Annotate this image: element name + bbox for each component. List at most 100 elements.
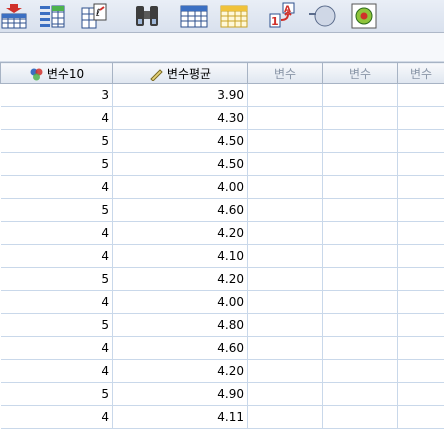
empty-cell[interactable] [323,360,398,383]
empty-cell[interactable] [398,130,444,153]
column-header-empty[interactable]: 변수 [248,63,323,84]
column-header-label: 변수평균 [167,67,211,81]
empty-cell[interactable] [248,222,323,245]
empty-cell[interactable] [323,199,398,222]
cell-var-mean[interactable]: 4.10 [113,245,248,268]
column-header-var-mean[interactable]: 변수평균 [113,63,248,84]
cell-var-mean[interactable]: 4.00 [113,176,248,199]
cell-var10[interactable]: 5 [1,130,113,153]
empty-cell[interactable] [323,314,398,337]
select-cases-icon[interactable] [220,2,248,30]
empty-cell[interactable] [248,268,323,291]
cell-var10[interactable]: 4 [1,406,113,429]
find-binoculars-icon[interactable] [133,2,161,30]
cell-var-mean[interactable]: 4.60 [113,199,248,222]
empty-cell[interactable] [323,383,398,406]
cell-var-mean[interactable]: 4.11 [113,406,248,429]
cell-var10[interactable]: 4 [1,222,113,245]
empty-cell[interactable] [398,291,444,314]
cell-var10[interactable]: 4 [1,337,113,360]
empty-cell[interactable] [323,406,398,429]
table-row: 44.30 [1,107,444,130]
column-header-label: 변수10 [47,67,84,81]
cell-var-mean[interactable]: 4.80 [113,314,248,337]
empty-cell[interactable] [323,84,398,107]
empty-cell[interactable] [398,153,444,176]
empty-cell[interactable] [398,84,444,107]
cell-var-mean[interactable]: 3.90 [113,84,248,107]
empty-cell[interactable] [248,199,323,222]
table-row: 54.50 [1,130,444,153]
cell-var10[interactable]: 4 [1,107,113,130]
cell-var10[interactable]: 3 [1,84,113,107]
cell-var10[interactable]: 5 [1,314,113,337]
table-row: 54.50 [1,153,444,176]
cell-var-mean[interactable]: 4.20 [113,268,248,291]
empty-cell[interactable] [398,107,444,130]
empty-cell[interactable] [398,314,444,337]
empty-cell[interactable] [248,406,323,429]
cell-var-mean[interactable]: 4.50 [113,130,248,153]
empty-cell[interactable] [323,291,398,314]
empty-cell[interactable] [248,107,323,130]
table-row: 54.90 [1,383,444,406]
cell-var-mean[interactable]: 4.30 [113,107,248,130]
empty-cell[interactable] [248,314,323,337]
cell-var-mean[interactable]: 4.60 [113,337,248,360]
empty-cell[interactable] [398,406,444,429]
empty-cell[interactable] [248,245,323,268]
cell-var-mean[interactable]: 4.90 [113,383,248,406]
value-labels-icon[interactable]: 1 A [268,2,296,30]
goto-case-icon[interactable]: ℓ [80,2,108,30]
empty-cell[interactable] [398,176,444,199]
cell-var10[interactable]: 4 [1,245,113,268]
empty-cell[interactable] [248,337,323,360]
empty-cell[interactable] [398,222,444,245]
cell-var10[interactable]: 4 [1,360,113,383]
empty-cell[interactable] [323,153,398,176]
use-sets-icon[interactable] [308,2,336,30]
empty-cell[interactable] [398,245,444,268]
empty-cell[interactable] [398,383,444,406]
cell-var-mean[interactable]: 4.20 [113,360,248,383]
column-header-empty[interactable]: 변수 [398,63,444,84]
empty-cell[interactable] [248,383,323,406]
empty-cell[interactable] [398,199,444,222]
empty-cell[interactable] [323,245,398,268]
empty-cell[interactable] [248,360,323,383]
cell-var10[interactable]: 5 [1,153,113,176]
empty-cell[interactable] [248,84,323,107]
cell-var-mean[interactable]: 4.20 [113,222,248,245]
empty-cell[interactable] [248,130,323,153]
empty-cell[interactable] [323,130,398,153]
empty-cell[interactable] [323,176,398,199]
cell-var10[interactable]: 4 [1,176,113,199]
insert-cases-icon[interactable] [0,2,28,30]
table-row: 54.20 [1,268,444,291]
cell-var10[interactable]: 5 [1,199,113,222]
table-row: 44.20 [1,222,444,245]
variables-icon[interactable] [38,2,66,30]
table-row: 54.60 [1,199,444,222]
empty-cell[interactable] [323,268,398,291]
cell-var-mean[interactable]: 4.50 [113,153,248,176]
spelling-icon[interactable] [350,2,378,30]
empty-cell[interactable] [398,268,444,291]
empty-cell[interactable] [323,337,398,360]
split-file-icon[interactable] [180,2,208,30]
cell-var10[interactable]: 5 [1,383,113,406]
empty-cell[interactable] [398,337,444,360]
empty-cell[interactable] [398,360,444,383]
cell-var-mean[interactable]: 4.00 [113,291,248,314]
empty-cell[interactable] [323,107,398,130]
cell-var10[interactable]: 4 [1,291,113,314]
cell-var10[interactable]: 5 [1,268,113,291]
empty-cell[interactable] [248,153,323,176]
table-row: 44.11 [1,406,444,429]
empty-cell[interactable] [323,222,398,245]
column-header-var10[interactable]: 변수10 [1,63,113,84]
table-row: 44.20 [1,360,444,383]
empty-cell[interactable] [248,291,323,314]
column-header-empty[interactable]: 변수 [323,63,398,84]
empty-cell[interactable] [248,176,323,199]
